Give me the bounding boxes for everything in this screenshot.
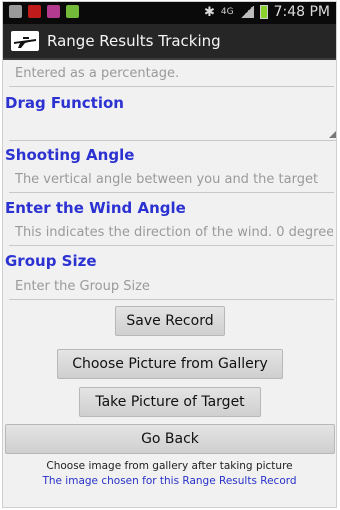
notification-icons: [9, 5, 79, 18]
clock: 7:48 PM: [273, 4, 330, 20]
drag-function-dropdown[interactable]: [9, 118, 336, 141]
mail-icon: [28, 5, 41, 18]
drag-function-label: Drag Function: [5, 94, 124, 112]
battery-icon: [259, 5, 268, 19]
image-info-caption: The image chosen for this Range Results …: [42, 475, 297, 487]
app-title: Range Results Tracking: [47, 32, 221, 50]
action-bar: Range Results Tracking: [3, 24, 336, 60]
game-icon: [47, 5, 60, 18]
percentage-hint: Entered as a percentage.: [15, 66, 180, 81]
group-size-field[interactable]: Enter the Group Size: [9, 275, 334, 300]
signal-icon: [239, 6, 254, 18]
save-record-button[interactable]: Save Record: [115, 306, 225, 336]
dropdown-arrow-icon: [329, 130, 336, 138]
group-size-placeholder: Enter the Group Size: [15, 279, 150, 294]
group-size-label: Group Size: [5, 252, 97, 270]
choose-gallery-button[interactable]: Choose Picture from Gallery: [57, 349, 283, 379]
wind-angle-hint: This indicates the direction of the wind…: [15, 225, 333, 240]
wind-angle-label: Enter the Wind Angle: [5, 199, 186, 217]
shooting-angle-label: Shooting Angle: [5, 146, 135, 164]
percentage-field[interactable]: Entered as a percentage.: [9, 62, 334, 87]
shooting-angle-hint: The vertical angle between you and the t…: [15, 172, 319, 187]
bluetooth-icon: ✱: [203, 4, 215, 20]
network-type: 4G: [220, 6, 234, 17]
system-indicators: ✱ 4G 7:48 PM: [204, 4, 330, 20]
image-icon: [9, 5, 22, 18]
status-bar: ✱ 4G 7:48 PM: [3, 2, 336, 24]
instruction-caption: Choose image from gallery after taking p…: [46, 460, 293, 472]
take-picture-button[interactable]: Take Picture of Target: [79, 387, 261, 417]
wind-angle-field[interactable]: This indicates the direction of the wind…: [9, 221, 334, 246]
go-back-button[interactable]: Go Back: [5, 424, 335, 454]
android-icon: [66, 5, 79, 18]
shooting-angle-field[interactable]: The vertical angle between you and the t…: [9, 168, 334, 193]
phone-screen: ✱ 4G 7:48 PM Range Results Tracking Ente…: [2, 1, 337, 508]
rifle-icon[interactable]: [11, 31, 39, 51]
